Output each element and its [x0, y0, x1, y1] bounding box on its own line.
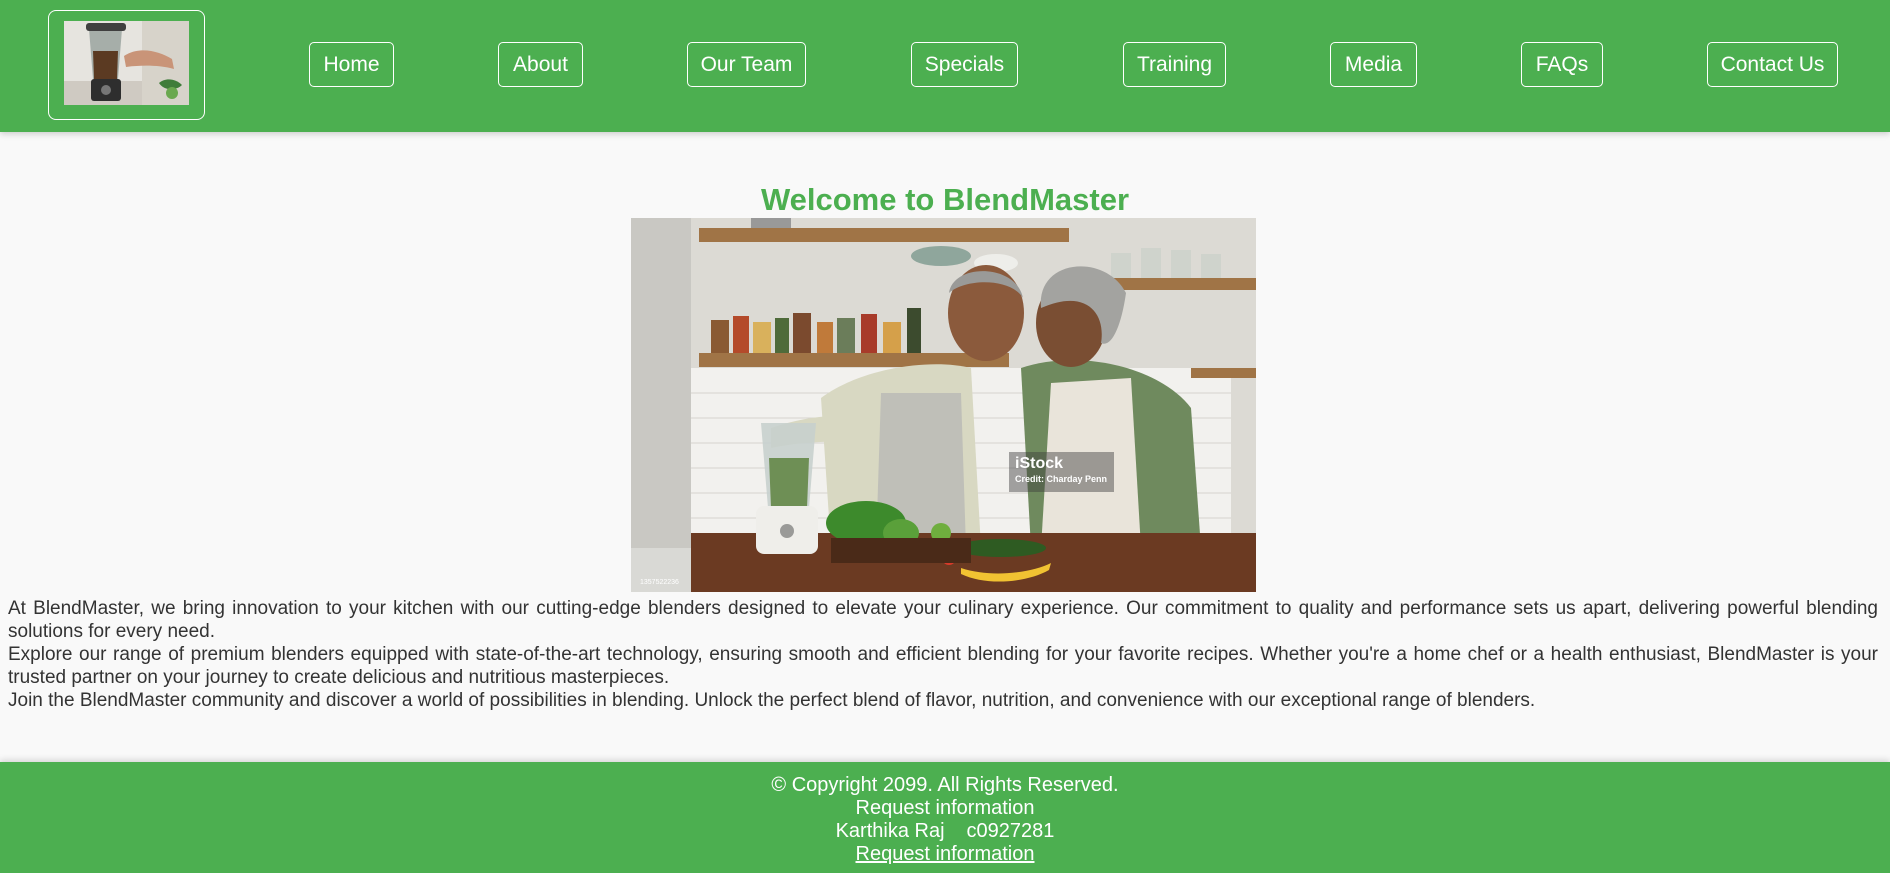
author-name: Karthika Raj	[835, 820, 945, 842]
logo-link[interactable]	[48, 10, 205, 120]
nav-contact-us[interactable]: Contact Us	[1707, 42, 1838, 87]
author-line: Karthika Raj c0927281	[0, 820, 1890, 843]
paragraph-join: Join the BlendMaster community and disco…	[8, 690, 1536, 711]
nav-our-team[interactable]: Our Team	[687, 42, 806, 87]
hero-watermark: iStock Credit: Charday Penn	[1009, 452, 1114, 492]
nav-home[interactable]: Home	[309, 42, 394, 87]
intro-text: At BlendMaster, we bring innovation to y…	[8, 597, 1878, 712]
nav-specials[interactable]: Specials	[911, 42, 1018, 87]
hero-image-id: 1357522236	[640, 579, 679, 586]
nav-about[interactable]: About	[498, 42, 583, 87]
nav-media[interactable]: Media	[1330, 42, 1417, 87]
copyright-text: © Copyright 2099. All Rights Reserved.	[771, 774, 1119, 796]
author-id: c0927281	[966, 820, 1055, 842]
nav-training[interactable]: Training	[1123, 42, 1226, 87]
request-info-link[interactable]: Request information	[856, 843, 1035, 865]
site-header: Home About Our Team Specials Training Me…	[0, 0, 1890, 132]
blender-logo-image	[64, 21, 189, 105]
nav-faqs[interactable]: FAQs	[1521, 42, 1603, 87]
hero-image: iStock Credit: Charday Penn 1357522236	[631, 218, 1256, 592]
paragraph-explore: Explore our range of premium blenders eq…	[8, 644, 1878, 688]
paragraph-intro: At BlendMaster, we bring innovation to y…	[8, 598, 1878, 642]
request-info-text: Request information	[855, 797, 1035, 819]
main-content: Welcome to BlendMaster iStock Credit: Ch…	[0, 132, 1890, 762]
site-footer: © Copyright 2099. All Rights Reserved. R…	[0, 762, 1890, 873]
page-title: Welcome to BlendMaster	[760, 182, 1130, 217]
